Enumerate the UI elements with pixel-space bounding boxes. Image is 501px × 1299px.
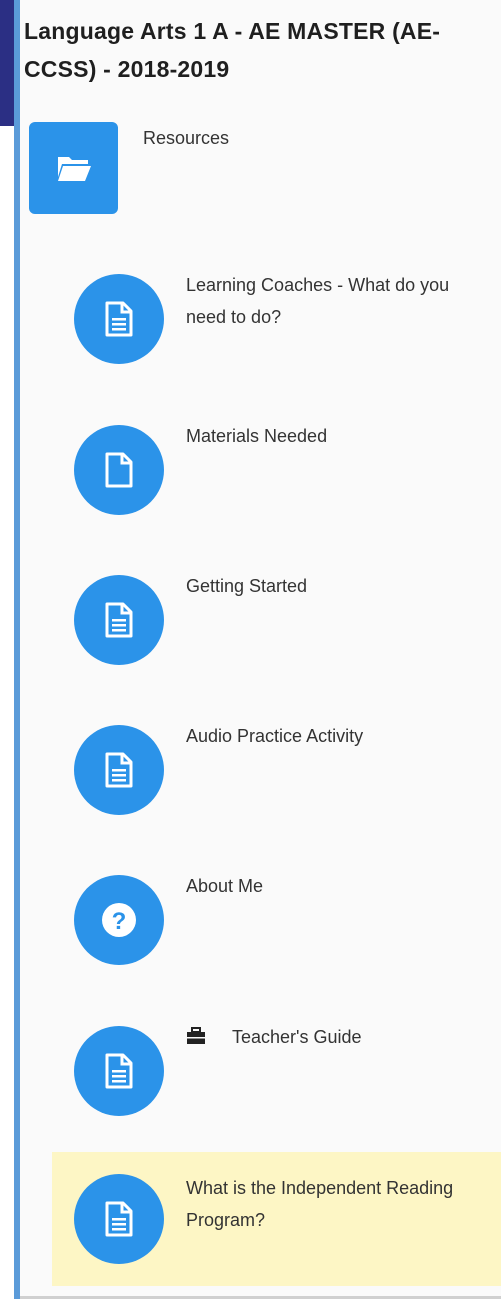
activity-link[interactable]: Teacher's Guide <box>232 1021 492 1053</box>
activity-item-highlighted[interactable]: What is the Independent Reading Program? <box>52 1152 501 1286</box>
document-icon[interactable] <box>74 1026 164 1116</box>
activity-link[interactable]: Learning Coaches - What do you need to d… <box>186 269 486 333</box>
document-icon[interactable] <box>74 725 164 815</box>
document-icon[interactable] <box>74 1174 164 1264</box>
activity-link[interactable]: Audio Practice Activity <box>186 720 486 752</box>
folder-open-icon[interactable] <box>29 122 118 214</box>
activity-link[interactable]: Getting Started <box>186 570 486 602</box>
document-icon[interactable] <box>74 575 164 665</box>
activity-link[interactable]: What is the Independent Reading Program? <box>186 1172 486 1236</box>
svg-text:?: ? <box>112 908 127 935</box>
document-icon[interactable] <box>74 274 164 364</box>
course-title: Language Arts 1 A - AE MASTER (AE-CCSS) … <box>24 18 441 82</box>
activity-link[interactable]: About Me <box>186 870 486 902</box>
question-icon[interactable]: ? <box>74 875 164 965</box>
header-corner-band <box>0 0 14 126</box>
blank-file-icon[interactable] <box>74 425 164 515</box>
activity-item[interactable]: Getting Started <box>52 555 501 689</box>
briefcase-icon <box>186 1026 206 1046</box>
section-title-resources[interactable]: Resources <box>143 128 229 149</box>
activity-item[interactable]: Learning Coaches - What do you need to d… <box>52 254 501 388</box>
activity-item[interactable]: ? About Me <box>52 855 501 989</box>
course-page: Language Arts 1 A - AE MASTER (AE-CCSS) … <box>0 0 501 1299</box>
activity-item[interactable]: Teacher's Guide <box>52 1006 501 1140</box>
activity-item[interactable]: Audio Practice Activity <box>52 705 501 839</box>
activity-item[interactable]: Materials Needed <box>52 405 501 539</box>
activity-link[interactable]: Materials Needed <box>186 420 486 452</box>
